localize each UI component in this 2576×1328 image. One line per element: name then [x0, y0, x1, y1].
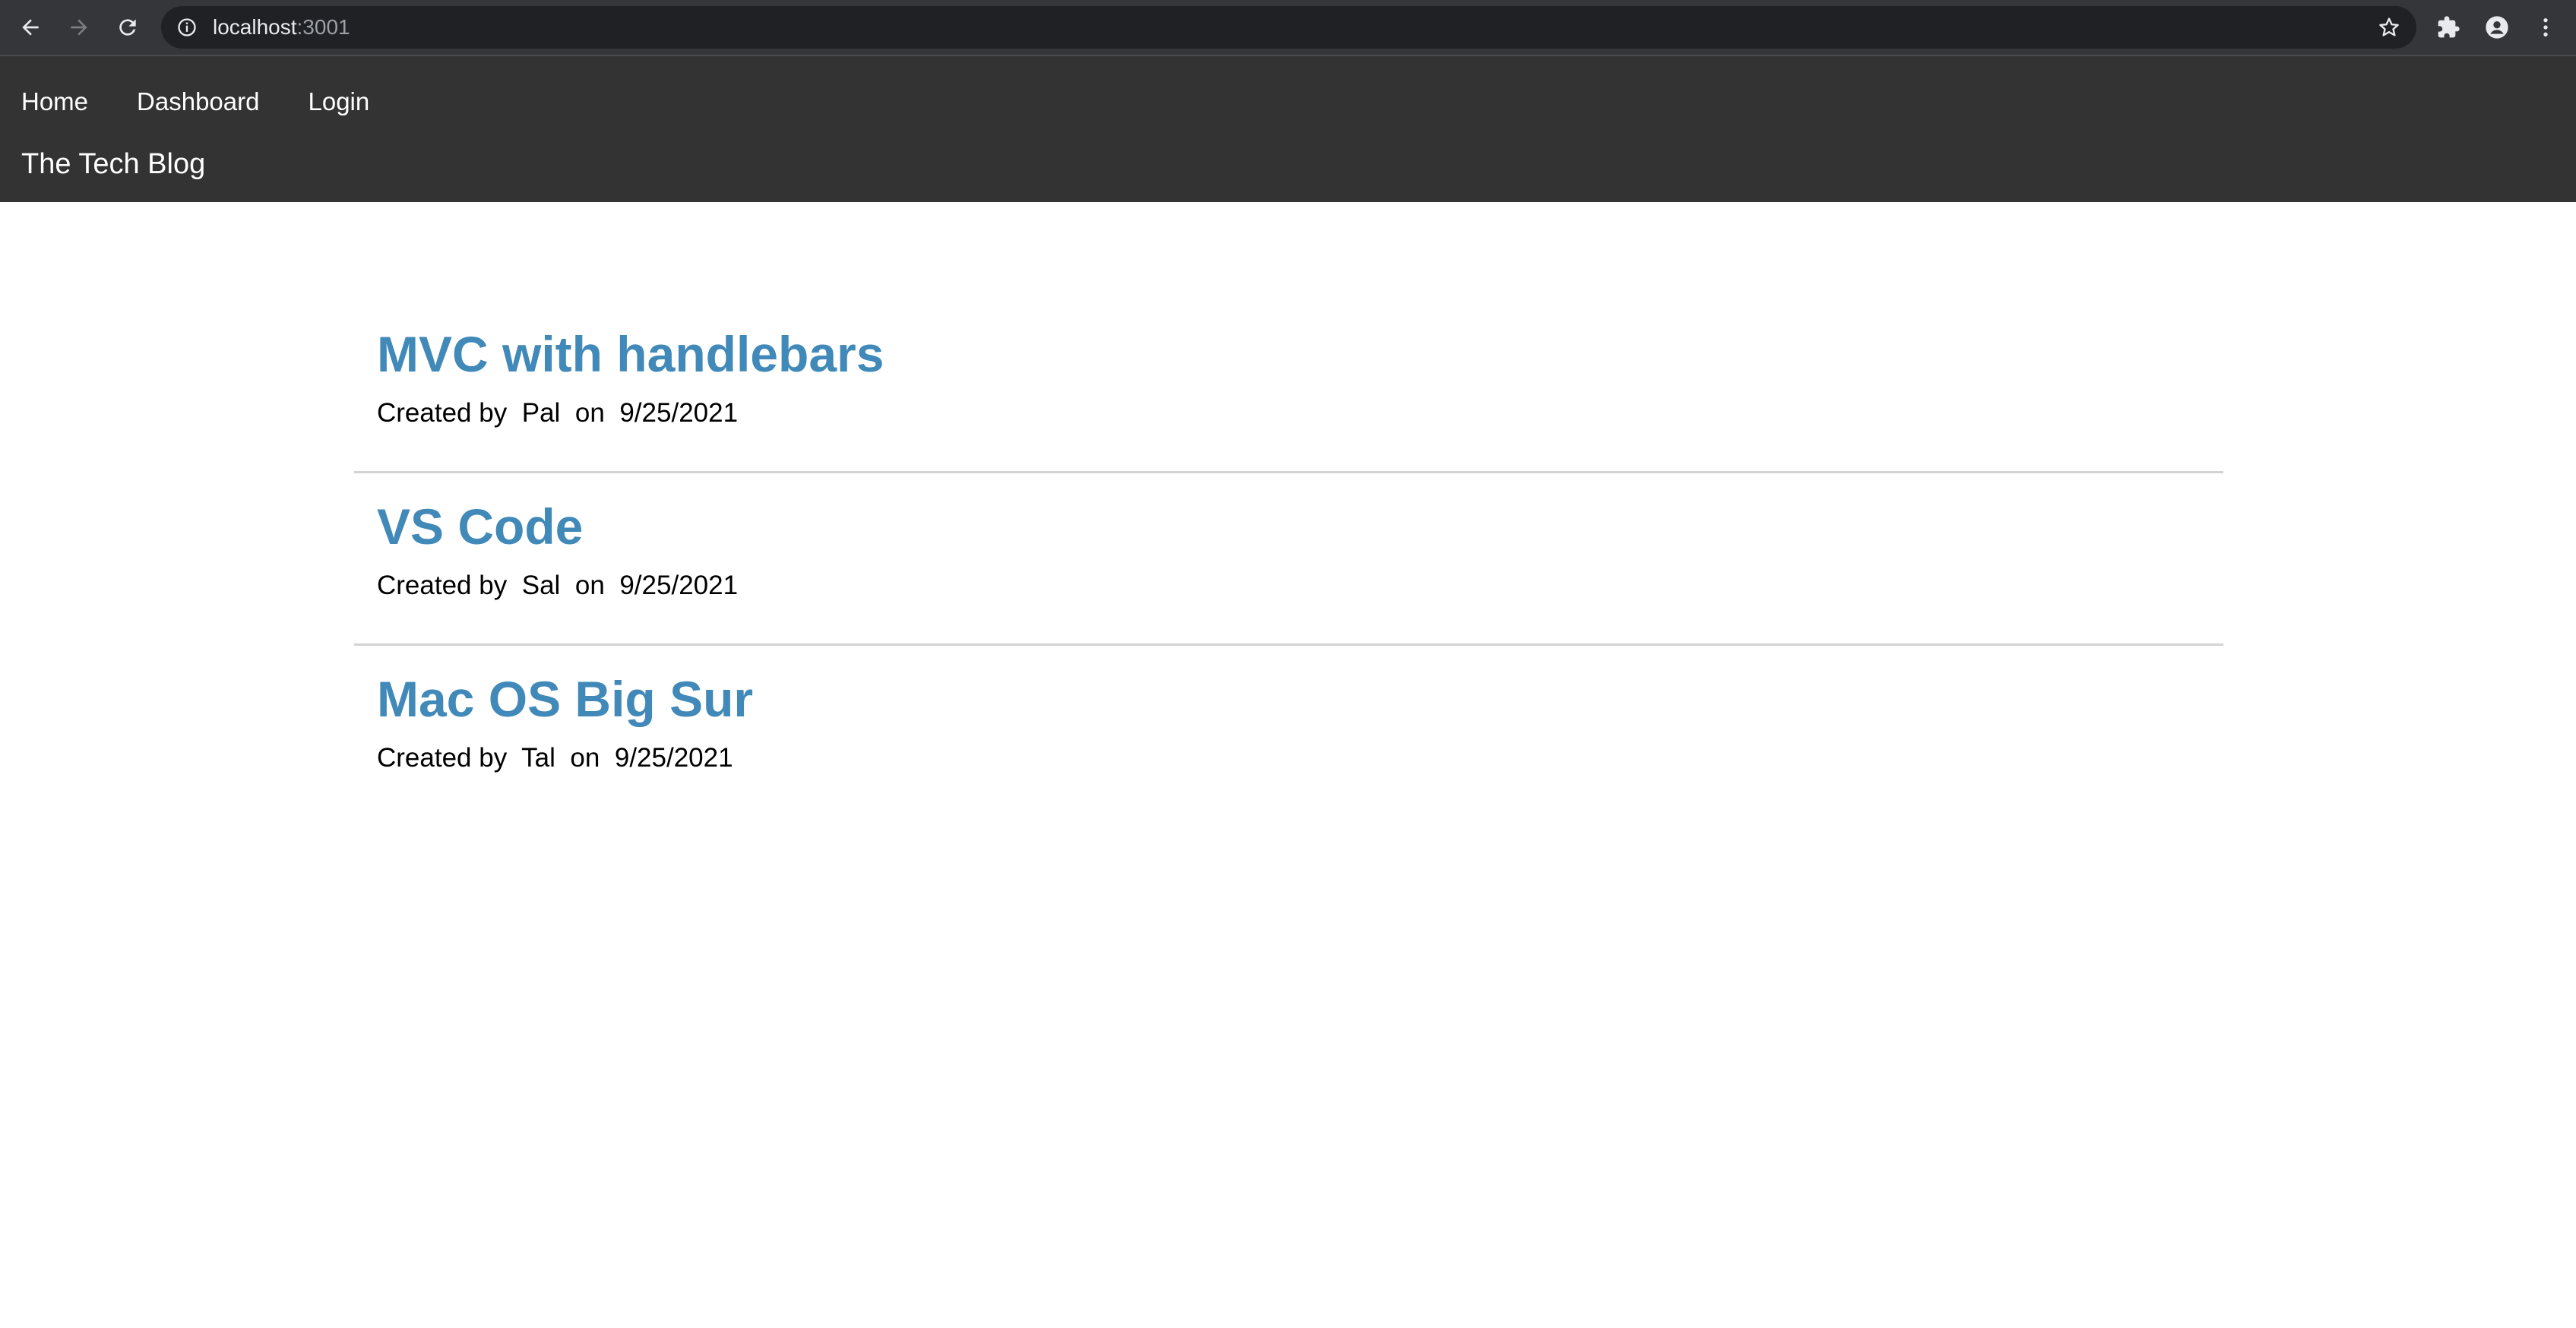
address-bar-url[interactable]: localhost:3001 — [213, 6, 350, 49]
posts-list: MVC with handlebars Created by Pal on 9/… — [354, 301, 2223, 818]
post-meta: Created by Pal on 9/25/2021 — [377, 395, 738, 432]
post-meta: Created by Sal on 9/25/2021 — [377, 568, 738, 604]
nav-home-link[interactable]: Home — [21, 79, 88, 125]
post-item: MVC with handlebars Created by Pal on 9/… — [354, 301, 2223, 473]
post-title-link[interactable]: MVC with handlebars — [377, 324, 884, 384]
back-arrow-icon[interactable] — [14, 11, 47, 44]
post-author: Tal — [521, 743, 555, 773]
post-item: Mac OS Big Sur Created by Tal on 9/25/20… — [354, 646, 2223, 818]
post-on-label: on — [574, 571, 605, 600]
post-meta: Created by Tal on 9/25/2021 — [377, 740, 733, 776]
info-icon[interactable] — [176, 17, 198, 38]
menu-dots-icon[interactable] — [2529, 11, 2562, 44]
post-created-by-label: Created by — [377, 398, 508, 428]
reload-icon[interactable] — [111, 11, 144, 44]
post-on-label: on — [570, 743, 600, 773]
post-date: 9/25/2021 — [619, 398, 739, 428]
post-item: VS Code Created by Sal on 9/25/2021 — [354, 473, 2223, 646]
post-on-label: on — [574, 398, 605, 428]
extensions-icon[interactable] — [2432, 11, 2465, 44]
nav-login-link[interactable]: Login — [308, 79, 369, 125]
main-nav: Home Dashboard Login — [21, 79, 369, 125]
url-host: localhost — [213, 15, 297, 39]
url-port: :3001 — [296, 15, 350, 39]
post-author: Pal — [521, 398, 561, 428]
post-date: 9/25/2021 — [614, 743, 733, 773]
site-title: The Tech Blog — [21, 148, 206, 180]
post-date: 9/25/2021 — [619, 571, 739, 600]
address-bar[interactable]: localhost:3001 — [161, 6, 2416, 49]
post-title-link[interactable]: Mac OS Big Sur — [377, 669, 753, 729]
post-created-by-label: Created by — [377, 571, 508, 600]
post-author: Sal — [521, 571, 561, 600]
site-header: Home Dashboard Login The Tech Blog — [0, 55, 2576, 202]
forward-arrow-icon[interactable] — [62, 11, 96, 44]
post-created-by-label: Created by — [377, 743, 508, 773]
profile-icon[interactable] — [2480, 11, 2514, 44]
nav-dashboard-link[interactable]: Dashboard — [137, 79, 259, 125]
post-title-link[interactable]: VS Code — [377, 496, 583, 557]
browser-toolbar: localhost:3001 — [0, 0, 2576, 55]
star-icon[interactable] — [2377, 15, 2401, 40]
